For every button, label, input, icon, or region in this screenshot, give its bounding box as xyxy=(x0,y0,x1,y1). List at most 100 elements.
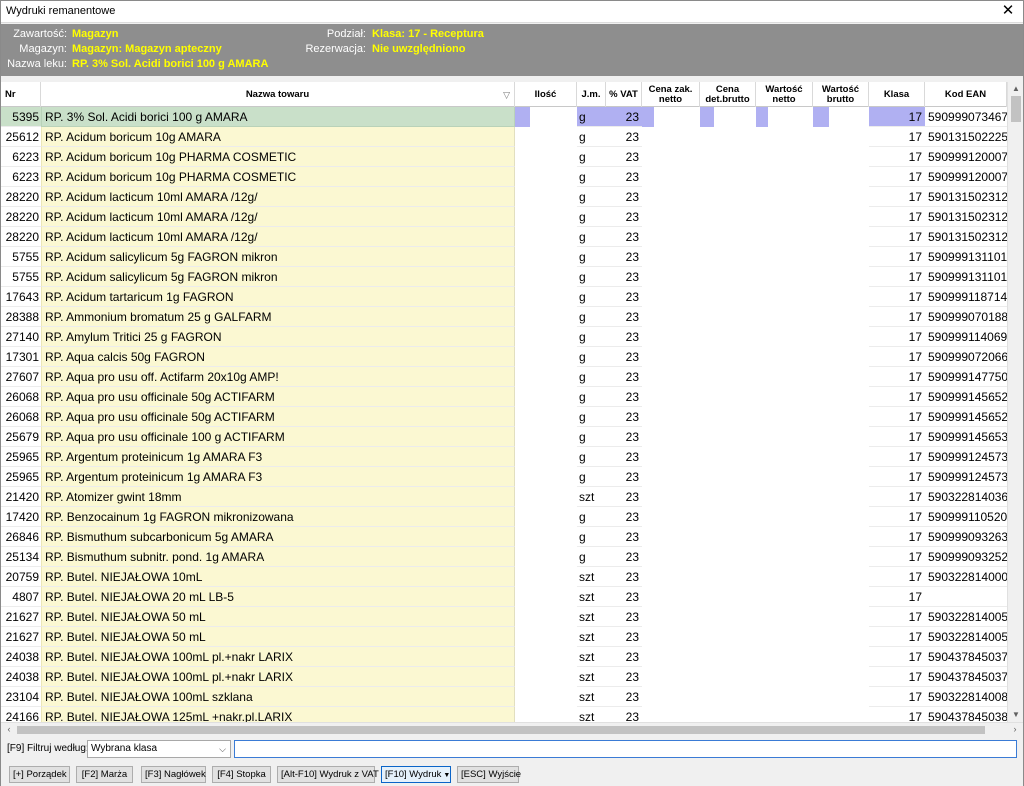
table-row[interactable]: 28220 RP. Acidum lacticum 10ml AMARA /12g… xyxy=(1,227,1007,247)
table-row[interactable]: 21627 RP. Butel. NIEJAŁOWA 50 mL szt 23 17 59… xyxy=(1,607,1007,627)
table-row[interactable]: 5755 RP. Acidum salicylicum 5g FAGRON mik… xyxy=(1,247,1007,267)
magazyn-value: Magazyn: Magazyn apteczny xyxy=(72,43,222,55)
col-header-nr[interactable]: Nr xyxy=(1,82,41,107)
table-row[interactable]: 17420 RP. Benzocainum 1g FAGRON mikronizo… xyxy=(1,507,1007,527)
table-row[interactable]: 5395 RP. 3% Sol. Acidi borici 100 g AMARA… xyxy=(1,107,1007,127)
col-header-wartosc-brutto[interactable]: Wartość brutto xyxy=(813,82,869,107)
table-row[interactable]: 27140 RP. Amylum Tritici 25 g FAGRON g 23 17… xyxy=(1,327,1007,347)
table-row[interactable]: 25134 RP. Bismuthum subnitr. pond. 1g AMA… xyxy=(1,547,1007,567)
close-icon[interactable]: ✕ xyxy=(999,2,1017,20)
col-header-klasa[interactable]: Klasa xyxy=(869,82,925,107)
cell-ean: 590999124573 xyxy=(925,447,1007,467)
wydruk-button[interactable]: [F10] Wydruk ▼ xyxy=(381,766,451,783)
table-row[interactable]: 26068 RP. Aqua pro usu officinale 50g ACT… xyxy=(1,407,1007,427)
wyjscie-button[interactable]: [ESC] Wyjście xyxy=(457,766,521,783)
cell-nazwa: RP. Butel. NIEJAŁOWA 125mL +nakr.pl.LARI… xyxy=(41,707,515,722)
podzial-label: Podział: xyxy=(326,28,366,40)
cell-klasa: 17 xyxy=(869,167,925,187)
cell-ean: 590999070188 xyxy=(925,307,1007,327)
table-row[interactable]: 24166 RP. Butel. NIEJAŁOWA 125mL +nakr.pl… xyxy=(1,707,1007,722)
vertical-scrollbar[interactable]: ▲ ▼ xyxy=(1007,82,1023,722)
table-row[interactable]: 17301 RP. Aqua calcis 50g FAGRON g 23 17 5909… xyxy=(1,347,1007,367)
cell-klasa: 17 xyxy=(869,367,925,387)
col-header-wartosc-netto[interactable]: Wartość netto xyxy=(756,82,813,107)
cell-klasa: 17 xyxy=(869,547,925,567)
table-row[interactable]: 4807 RP. Butel. NIEJAŁOWA 20 mL LB-5 szt 23… xyxy=(1,587,1007,607)
col-header-jm[interactable]: J.m. xyxy=(577,82,606,107)
sort-icon[interactable]: ▽ xyxy=(503,90,510,100)
table-row[interactable]: 21420 RP. Atomizer gwint 18mm szt 23 17 59032… xyxy=(1,487,1007,507)
table-row[interactable]: 28388 RP. Ammonium bromatum 25 g GALFARM g… xyxy=(1,307,1007,327)
table-row[interactable]: 25965 RP. Argentum proteinicum 1g AMARA F… xyxy=(1,467,1007,487)
table-row[interactable]: 24038 RP. Butel. NIEJAŁOWA 100mL pl.+nakr… xyxy=(1,667,1007,687)
col-header-vat[interactable]: % VAT xyxy=(606,82,642,107)
table-row[interactable]: 6223 RP. Acidum boricum 10g PHARMA COSMET… xyxy=(1,147,1007,167)
scroll-down-icon[interactable]: ▼ xyxy=(1008,708,1024,722)
table-row[interactable]: 23104 RP. Butel. NIEJAŁOWA 100mL szklana s… xyxy=(1,687,1007,707)
table-row[interactable]: 20759 RP. Butel. NIEJAŁOWA 10mL szt 23 17 590… xyxy=(1,567,1007,587)
marza-button[interactable]: [F2] Marża xyxy=(76,766,133,783)
table-row[interactable]: 26846 RP. Bismuthum subcarbonicum 5g AMAR… xyxy=(1,527,1007,547)
cell-nazwa: RP. Butel. NIEJAŁOWA 20 mL LB-5 xyxy=(41,587,515,607)
col-header-nazwa[interactable]: Nazwa towaru ▽ xyxy=(41,82,515,107)
table-row[interactable]: 28220 RP. Acidum lacticum 10ml AMARA /12g… xyxy=(1,207,1007,227)
table-row[interactable]: 26068 RP. Aqua pro usu officinale 50g ACT… xyxy=(1,387,1007,407)
scroll-right-icon[interactable]: › xyxy=(1008,723,1022,737)
table-row[interactable]: 6223 RP. Acidum boricum 10g PHARMA COSMET… xyxy=(1,167,1007,187)
table-row[interactable]: 25965 RP. Argentum proteinicum 1g AMARA F… xyxy=(1,447,1007,467)
cell-ean: 590322814008 xyxy=(925,687,1007,707)
vertical-scroll-thumb[interactable] xyxy=(1011,96,1021,122)
horizontal-scroll-thumb[interactable] xyxy=(17,726,985,734)
zawartosc-label: Zawartość: xyxy=(13,28,67,40)
stopka-button[interactable]: [F4] Stopka xyxy=(212,766,271,783)
chevron-down-icon[interactable]: ⌵ xyxy=(219,741,226,757)
cell-nr: 5755 xyxy=(1,267,41,287)
cell-nazwa: RP. Bismuthum subnitr. pond. 1g AMARA xyxy=(41,547,515,567)
cell-jm: szt xyxy=(577,687,606,707)
cell-klasa: 17 xyxy=(869,687,925,707)
dropdown-caret-icon[interactable]: ▼ xyxy=(443,772,450,779)
cell-nr: 27607 xyxy=(1,367,41,387)
wydruk-vat-button[interactable]: [Alt-F10] Wydruk z VAT xyxy=(277,766,379,783)
cell-klasa: 17 xyxy=(869,487,925,507)
cell-jm: szt xyxy=(577,667,606,687)
cell-nr: 25965 xyxy=(1,447,41,467)
cell-ean: 590437845037 xyxy=(925,647,1007,667)
table-row[interactable]: 24038 RP. Butel. NIEJAŁOWA 100mL pl.+nakr… xyxy=(1,647,1007,667)
col-header-cena-zak[interactable]: Cena zak. netto xyxy=(642,82,700,107)
scroll-up-icon[interactable]: ▲ xyxy=(1008,82,1024,96)
cell-nr: 28388 xyxy=(1,307,41,327)
col-header-cena-det[interactable]: Cena det.brutto xyxy=(700,82,756,107)
col-header-ilosc[interactable]: Ilość xyxy=(515,82,577,107)
table-row[interactable]: 28220 RP. Acidum lacticum 10ml AMARA /12g… xyxy=(1,187,1007,207)
table-row[interactable]: 21627 RP. Butel. NIEJAŁOWA 50 mL szt 23 17 59… xyxy=(1,627,1007,647)
cell-nazwa: RP. Acidum salicylicum 5g FAGRON mikron xyxy=(41,267,515,287)
porzadek-button[interactable]: [+] Porządek xyxy=(9,766,70,783)
horizontal-scrollbar[interactable]: ‹ › xyxy=(1,722,1023,736)
filter-select[interactable]: Wybrana klasa ⌵ xyxy=(87,740,231,758)
cell-klasa: 17 xyxy=(869,147,925,167)
rezerwacja-value: Nie uwzględniono xyxy=(372,43,466,55)
table-row[interactable]: 25612 RP. Acidum boricum 10g AMARA g 23 17 59… xyxy=(1,127,1007,147)
cell-klasa: 17 xyxy=(869,647,925,667)
cell-ean: 590999093252 xyxy=(925,547,1007,567)
cell-vat: 23 xyxy=(606,207,642,227)
cell-nazwa: RP. Acidum lacticum 10ml AMARA /12g/ xyxy=(41,187,515,207)
naglowek-button[interactable]: [F3] Nagłówek xyxy=(141,766,206,783)
col-header-ean[interactable]: Kod EAN xyxy=(925,82,1007,107)
inventory-grid[interactable]: Nr Nazwa towaru ▽ Ilość J.m. % VAT Cena … xyxy=(1,82,1023,722)
cell-jm: g xyxy=(577,287,606,307)
scroll-left-icon[interactable]: ‹ xyxy=(2,723,16,737)
cell-jm: g xyxy=(577,527,606,547)
cell-vat: 23 xyxy=(606,147,642,167)
cell-vat: 23 xyxy=(606,447,642,467)
cell-nazwa: RP. Amylum Tritici 25 g FAGRON xyxy=(41,327,515,347)
table-row[interactable]: 25679 RP. Aqua pro usu officinale 100 g A… xyxy=(1,427,1007,447)
filter-input[interactable] xyxy=(234,740,1017,758)
table-row[interactable]: 27607 RP. Aqua pro usu off. Actifarm 20x1… xyxy=(1,367,1007,387)
selection-highlight xyxy=(700,107,714,127)
table-row[interactable]: 5755 RP. Acidum salicylicum 5g FAGRON mik… xyxy=(1,267,1007,287)
cell-vat: 23 xyxy=(606,527,642,547)
table-row[interactable]: 17643 RP. Acidum tartaricum 1g FAGRON g 23 1… xyxy=(1,287,1007,307)
cell-klasa: 17 xyxy=(869,247,925,267)
